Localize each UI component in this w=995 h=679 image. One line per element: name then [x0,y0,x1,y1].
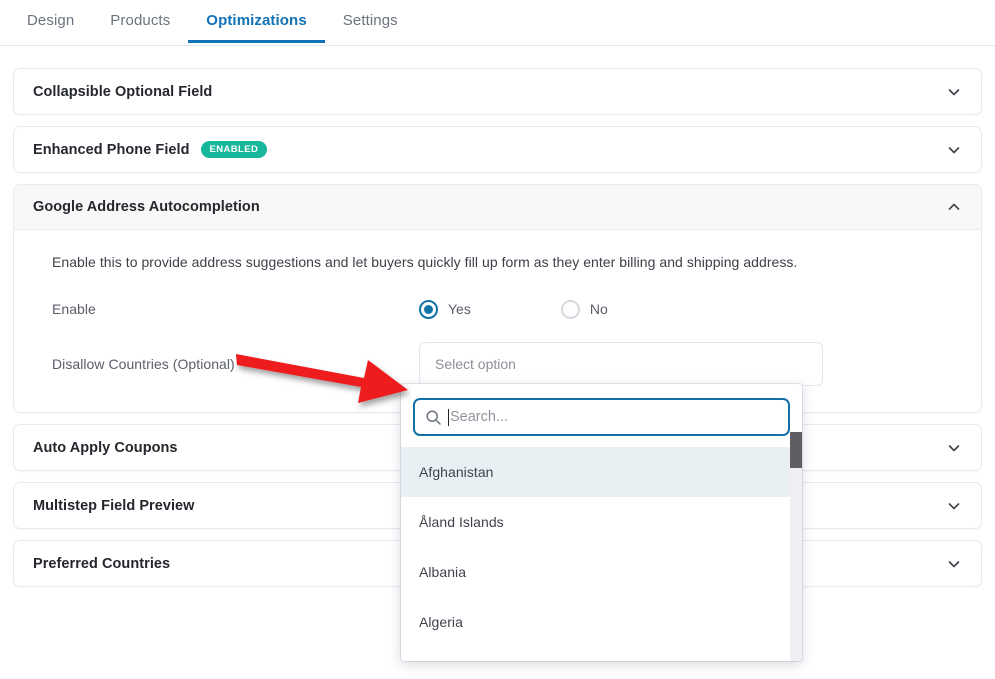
tab-bar: Design Products Optimizations Settings [0,0,995,46]
radio-group-enable: Yes No [419,299,959,319]
panel-title: Multistep Field Preview [33,497,195,514]
panel-header-google-address-autocompletion[interactable]: Google Address Autocompletion [14,185,981,230]
panel-title: Preferred Countries [33,555,171,572]
tab-optimizations[interactable]: Optimizations [188,12,326,43]
status-badge: ENABLED [200,141,268,158]
radio-no-input[interactable] [560,299,580,319]
search-input[interactable]: Search... [413,398,790,436]
panel-header-collapsible-optional-field[interactable]: Collapsible Optional Field [14,69,981,114]
chevron-up-icon[interactable] [945,198,963,216]
country-dropdown-menu: Search... Afghanistan Åland Islands Alba… [401,384,802,661]
list-item[interactable]: Åland Islands [401,497,802,547]
panel-enhanced-phone-field: Enhanced Phone Field ENABLED [13,126,982,173]
tab-design[interactable]: Design [9,12,92,42]
radio-option-no[interactable]: No [560,299,608,319]
panel-collapsible-optional-field: Collapsible Optional Field [13,68,982,115]
radio-yes-input[interactable] [419,299,438,319]
radio-yes-label: Yes [448,301,471,317]
dropdown-search-container: Search... [401,384,802,447]
panel-header-enhanced-phone-field[interactable]: Enhanced Phone Field ENABLED [14,127,981,172]
panel-google-address-autocompletion: Google Address Autocompletion Enable thi… [13,184,982,413]
chevron-down-icon[interactable] [945,439,963,457]
panel-title: Collapsible Optional Field [33,83,213,100]
chevron-down-icon[interactable] [945,555,963,573]
list-item[interactable]: Afghanistan [401,447,802,497]
optimizations-page: Design Products Optimizations Settings C… [0,0,995,679]
panel-title: Google Address Autocompletion [33,199,260,215]
dropdown-scrollbar-thumb[interactable] [790,432,802,468]
tab-products[interactable]: Products [92,12,188,42]
disallow-countries-control: Select option [419,342,959,386]
chevron-down-icon[interactable] [945,497,963,515]
text-cursor [448,408,449,426]
chevron-down-icon[interactable] [945,141,963,159]
country-option-list: Afghanistan Åland Islands Albania Algeri… [401,447,802,647]
panel-description: Enable this to provide address suggestio… [52,254,798,270]
list-item[interactable]: Albania [401,547,802,597]
tab-list: Design Products Optimizations Settings [0,0,995,43]
list-item[interactable]: Algeria [401,597,802,647]
select-placeholder: Select option [435,356,516,372]
tab-settings[interactable]: Settings [325,12,416,42]
search-placeholder: Search... [450,409,509,425]
field-label-enable: Enable [52,301,96,317]
search-icon [425,409,442,426]
disallow-countries-select[interactable]: Select option [419,342,823,386]
chevron-down-icon[interactable] [945,83,963,101]
field-label-disallow-countries: Disallow Countries (Optional) [52,356,235,372]
field-row-enable: Enable Yes No [52,292,959,326]
panel-title: Enhanced Phone Field [33,141,190,158]
panel-title: Auto Apply Coupons [33,439,178,456]
radio-no-label: No [589,301,608,317]
radio-option-yes[interactable]: Yes [419,299,471,319]
field-row-disallow-countries: Disallow Countries (Optional) Select opt… [52,342,959,386]
